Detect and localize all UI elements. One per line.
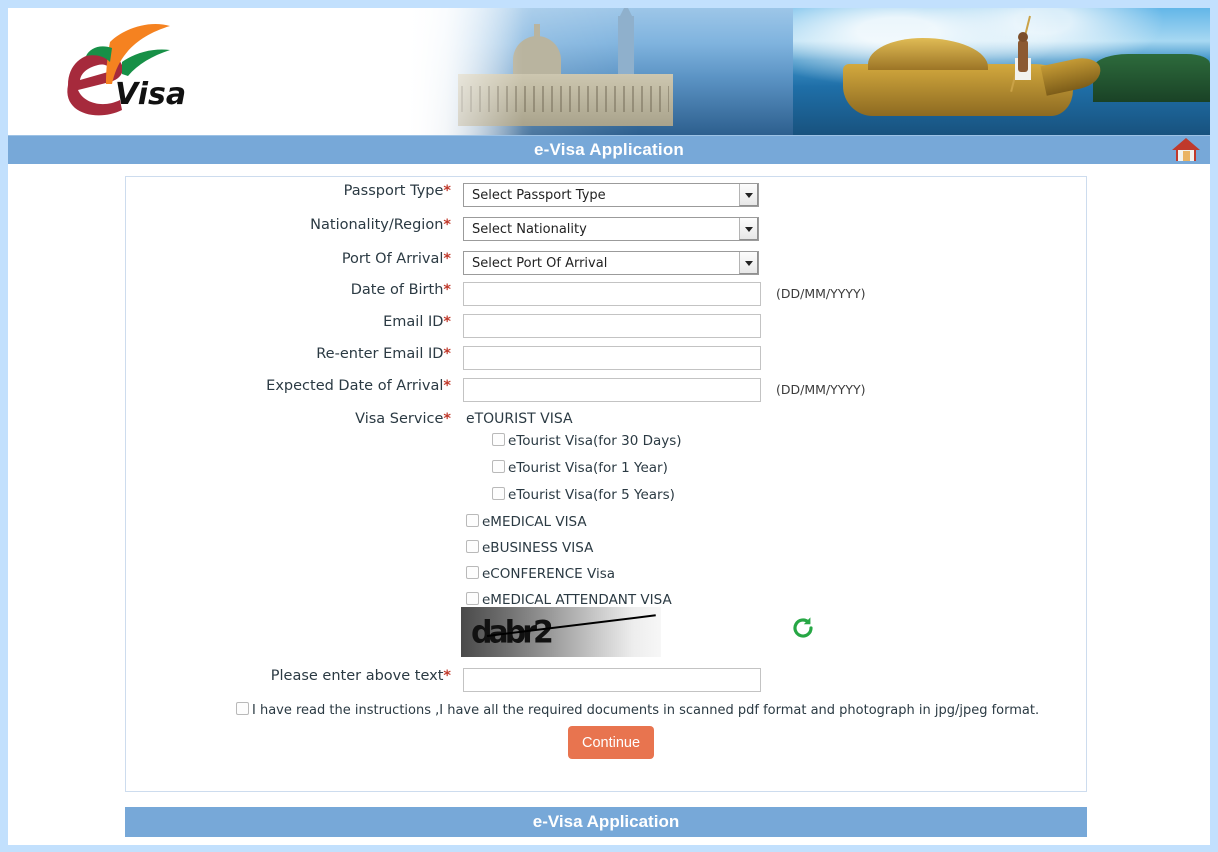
checkbox-icon[interactable] <box>466 514 479 527</box>
expected-arrival-input[interactable] <box>463 378 761 402</box>
form-row-email: Email ID* <box>126 314 1086 338</box>
footer-title-bar: e-Visa Application <box>125 807 1087 837</box>
checkbox-icon[interactable] <box>466 592 479 605</box>
date-of-birth-input[interactable] <box>463 282 761 306</box>
checkbox-label: eCONFERENCE Visa <box>482 566 616 582</box>
required-marker: * <box>443 183 451 199</box>
houseboat-hull <box>843 64 1073 116</box>
checkbox-etourist-1year[interactable]: eTourist Visa(for 1 Year) <box>492 460 668 476</box>
checkbox-icon[interactable] <box>466 540 479 553</box>
houseboat-canopy <box>868 38 988 70</box>
checkbox-ebusiness-visa[interactable]: eBUSINESS VISA <box>466 540 593 556</box>
label-date-of-birth: Date of Birth* <box>350 282 451 298</box>
checkbox-label: eMEDICAL VISA <box>482 514 587 530</box>
evisa-logo-icon: Visa <box>67 23 186 116</box>
page-title-bar: e-Visa Application <box>8 135 1210 164</box>
boatman-head <box>1018 32 1028 42</box>
main-content: Passport Type* Select Passport Type Nati… <box>8 164 1210 845</box>
checkbox-icon[interactable] <box>466 566 479 579</box>
chevron-down-icon[interactable] <box>739 252 758 274</box>
home-icon[interactable] <box>1170 134 1202 164</box>
building-tower <box>618 16 634 80</box>
etourist-visa-heading: eTOURIST VISA <box>466 411 573 427</box>
checkbox-icon[interactable] <box>492 460 505 473</box>
header-banner: Visa <box>8 8 1210 135</box>
passport-type-select[interactable]: Select Passport Type <box>463 183 759 207</box>
evisa-form: Passport Type* Select Passport Type Nati… <box>125 176 1087 792</box>
evisa-logo: Visa <box>38 22 188 127</box>
checkbox-label: eMEDICAL ATTENDANT VISA <box>482 592 672 608</box>
banner-photo <box>403 8 1210 135</box>
required-marker: * <box>443 251 451 267</box>
passport-type-value: Select Passport Type <box>472 188 606 203</box>
refresh-icon[interactable] <box>789 614 817 642</box>
required-marker: * <box>443 314 451 330</box>
required-marker: * <box>443 378 451 394</box>
footer-title: e-Visa Application <box>532 812 680 831</box>
label-passport-type: Passport Type* <box>343 183 451 199</box>
checkbox-label: eTourist Visa(for 5 Years) <box>508 487 675 503</box>
checkbox-etourist-30days[interactable]: eTourist Visa(for 30 Days) <box>492 433 682 449</box>
hint-date-of-birth: (DD/MM/YYYY) <box>776 286 866 301</box>
captcha-image: dabr2 <box>461 607 661 657</box>
chevron-down-icon[interactable] <box>739 184 758 206</box>
required-marker: * <box>443 282 451 298</box>
nationality-value: Select Nationality <box>472 222 587 237</box>
checkbox-icon[interactable] <box>492 433 505 446</box>
required-marker: * <box>443 411 451 427</box>
checkbox-label: eTourist Visa(for 30 Days) <box>508 433 682 449</box>
required-marker: * <box>443 668 451 684</box>
form-row-expected-arrival: Expected Date of Arrival* (DD/MM/YYYY) <box>126 378 1086 402</box>
email-input[interactable] <box>463 314 761 338</box>
port-of-arrival-value: Select Port Of Arrival <box>472 256 608 271</box>
checkbox-etourist-5years[interactable]: eTourist Visa(for 5 Years) <box>492 487 675 503</box>
checkbox-icon[interactable] <box>236 702 249 715</box>
chevron-down-icon[interactable] <box>739 218 758 240</box>
checkbox-emedical-visa[interactable]: eMEDICAL VISA <box>466 514 587 530</box>
checkbox-label: eBUSINESS VISA <box>482 540 594 556</box>
captcha-answer-input[interactable] <box>463 668 761 692</box>
form-row-date-of-birth: Date of Birth* (DD/MM/YYYY) <box>126 282 1086 306</box>
required-marker: * <box>443 217 451 233</box>
label-captcha-answer: Please enter above text* <box>270 668 451 684</box>
checkbox-econference-visa[interactable]: eCONFERENCE Visa <box>466 566 615 582</box>
kerala-houseboat-photo <box>793 8 1210 135</box>
form-row-passport-type: Passport Type* Select Passport Type <box>126 183 1086 207</box>
banner-gradient-fade <box>403 8 523 135</box>
page-title: e-Visa Application <box>533 140 685 159</box>
page-frame: Visa e-Visa Application Passport Type* S… <box>8 8 1210 845</box>
checkbox-label: eTourist Visa(for 1 Year) <box>508 460 668 476</box>
nationality-select[interactable]: Select Nationality <box>463 217 759 241</box>
label-nationality: Nationality/Region* <box>310 217 451 233</box>
reenter-email-input[interactable] <box>463 346 761 370</box>
form-row-captcha-answer: Please enter above text* <box>126 668 1086 692</box>
hint-expected-arrival: (DD/MM/YYYY) <box>776 382 866 397</box>
checkbox-icon[interactable] <box>492 487 505 500</box>
continue-button[interactable]: Continue <box>568 726 654 759</box>
label-visa-service: Visa Service* <box>355 411 451 427</box>
form-row-reenter-email: Re-enter Email ID* <box>126 346 1086 370</box>
port-of-arrival-select[interactable]: Select Port Of Arrival <box>463 251 759 275</box>
label-email: Email ID* <box>383 314 451 330</box>
label-port-of-arrival: Port Of Arrival* <box>341 251 451 267</box>
label-expected-arrival: Expected Date of Arrival* <box>266 378 451 394</box>
checkbox-terms-agreement[interactable]: I have read the instructions ,I have all… <box>236 702 1039 718</box>
required-marker: * <box>443 346 451 362</box>
boatman-body <box>1018 40 1028 72</box>
form-row-port-of-arrival: Port Of Arrival* Select Port Of Arrival <box>126 251 1086 275</box>
label-reenter-email: Re-enter Email ID* <box>316 346 451 362</box>
form-row-nationality: Nationality/Region* Select Nationality <box>126 217 1086 241</box>
checkbox-emedical-attendant-visa[interactable]: eMEDICAL ATTENDANT VISA <box>466 592 672 608</box>
svg-text:Visa: Visa <box>115 77 186 112</box>
shore-trees <box>1093 54 1210 102</box>
terms-label: I have read the instructions ,I have all… <box>252 703 1040 718</box>
